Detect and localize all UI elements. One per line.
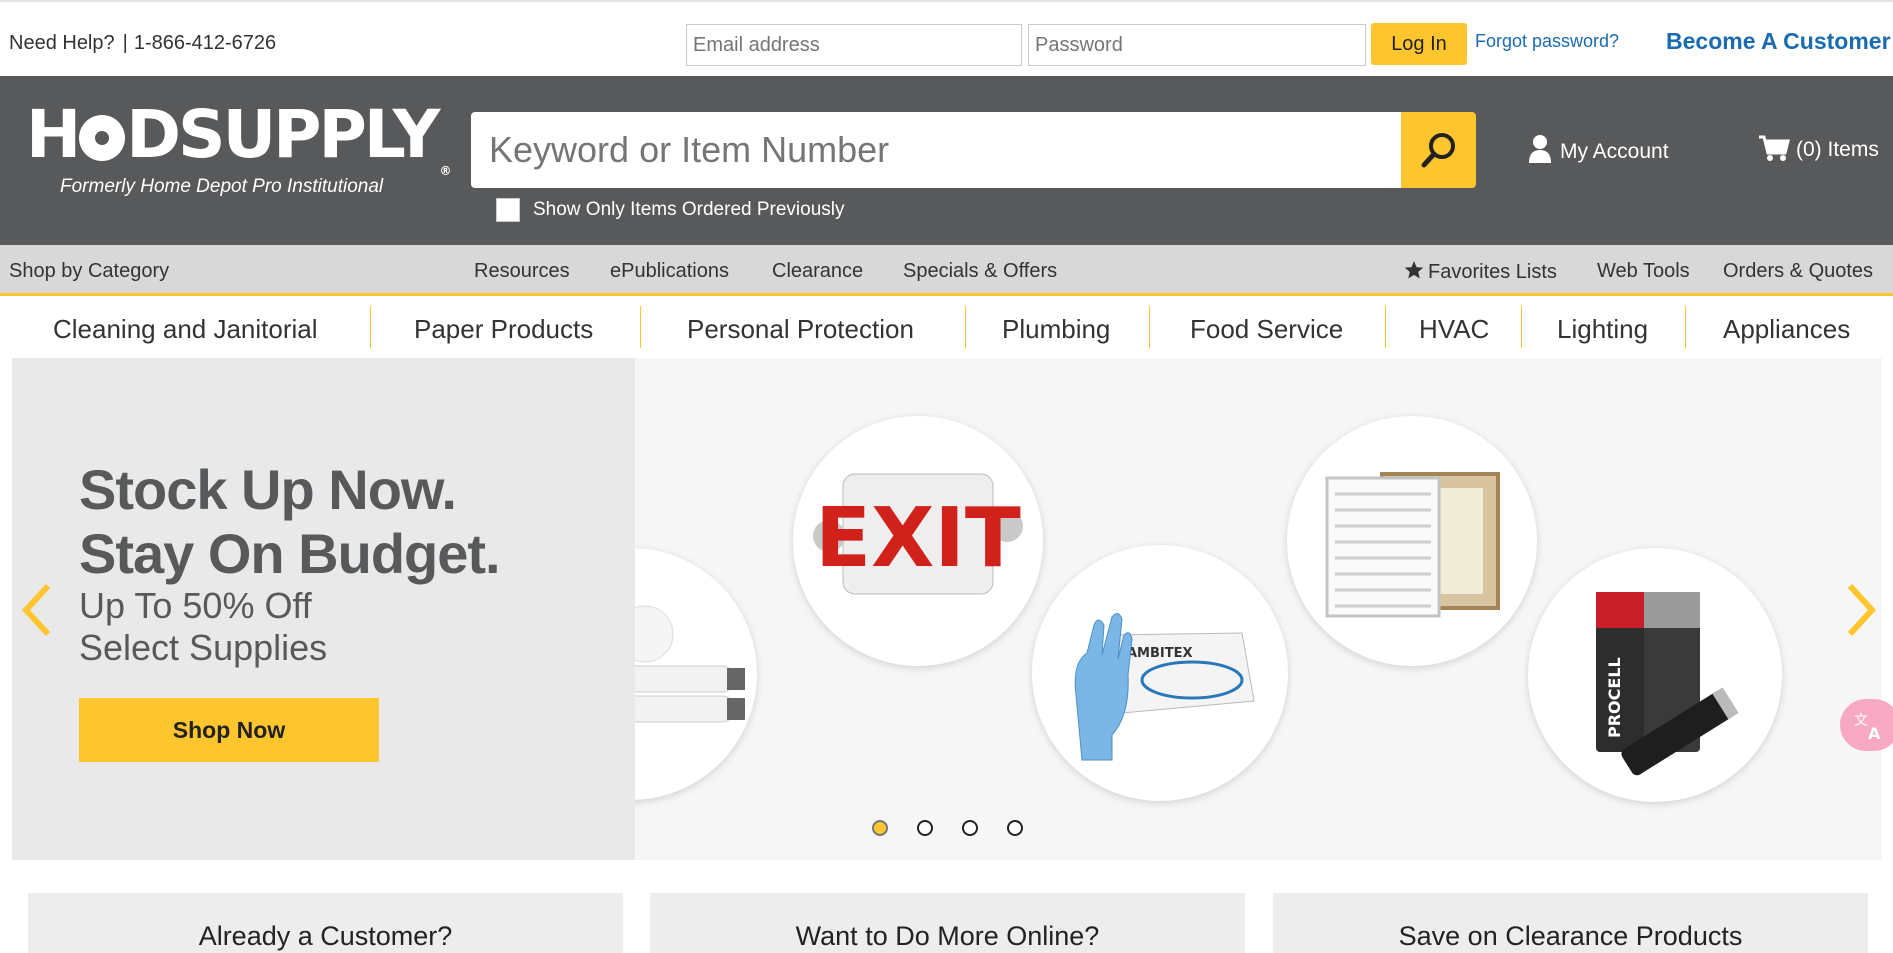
shop-now-button[interactable]: Shop Now bbox=[79, 698, 379, 762]
need-help-label: Need Help? bbox=[9, 32, 115, 54]
cart-icon bbox=[1759, 135, 1790, 161]
carousel-dot-1[interactable] bbox=[872, 820, 888, 836]
become-customer-link[interactable]: Become A Customer bbox=[1666, 28, 1891, 55]
card-title: Want to Do More Online? bbox=[795, 921, 1100, 951]
password-field[interactable] bbox=[1028, 24, 1366, 66]
logo-letter-h: H bbox=[26, 96, 81, 173]
nav-web-tools[interactable]: Web Tools bbox=[1597, 260, 1690, 283]
logo-letters: DSUPPLY bbox=[126, 96, 440, 173]
help-contact: Need Help? | 1-866-412-6726 bbox=[9, 32, 276, 55]
carousel-next-chevron-icon[interactable] bbox=[1844, 580, 1880, 640]
separator: | bbox=[122, 32, 128, 54]
hero-product-image[interactable]: EXIT AMBITEX PROCELL bbox=[635, 358, 1882, 860]
tube-bulbs-icon bbox=[635, 605, 745, 723]
category-food-service[interactable]: Food Service bbox=[1190, 314, 1343, 345]
category-bar: Cleaning and Janitorial Paper Products P… bbox=[0, 296, 1893, 358]
category-divider bbox=[1385, 306, 1386, 348]
category-appliances[interactable]: Appliances bbox=[1723, 314, 1850, 345]
category-divider bbox=[965, 306, 966, 348]
show-previous-checkbox[interactable] bbox=[496, 198, 520, 222]
nav-favorites-lists[interactable]: Favorites Lists bbox=[1404, 260, 1557, 284]
gloves-brand-text: AMBITEX bbox=[1127, 646, 1193, 661]
gloves-box-icon: AMBITEX bbox=[1074, 613, 1255, 761]
svg-text:A: A bbox=[1868, 724, 1881, 743]
forgot-password-link[interactable]: Forgot password? bbox=[1475, 31, 1619, 52]
phone-number[interactable]: 1-866-412-6726 bbox=[134, 32, 276, 54]
carousel-dot-3[interactable] bbox=[962, 820, 978, 836]
category-divider bbox=[1521, 306, 1522, 348]
search-icon bbox=[1421, 133, 1455, 168]
svg-text:文: 文 bbox=[1854, 713, 1868, 729]
carousel-prev-chevron-icon[interactable] bbox=[18, 580, 54, 640]
category-personal-protection[interactable]: Personal Protection bbox=[687, 314, 914, 345]
show-previous-label: Show Only Items Ordered Previously bbox=[533, 199, 845, 220]
clearance-card[interactable]: Save on Clearance Products bbox=[1273, 893, 1868, 953]
hero-subhead-line-1: Up To 50% Off bbox=[79, 585, 312, 626]
favorites-label: Favorites Lists bbox=[1428, 261, 1557, 283]
already-customer-card[interactable]: Already a Customer? bbox=[28, 893, 623, 953]
exit-sign-image: EXIT bbox=[793, 416, 1043, 666]
nav-clearance[interactable]: Clearance bbox=[772, 260, 863, 283]
logo-tagline: Formerly Home Depot Pro Institutional bbox=[60, 176, 384, 197]
fluorescent-tubes-image bbox=[635, 548, 757, 800]
batteries-image: PROCELL bbox=[1528, 548, 1782, 802]
secondary-nav: Shop by Category Resources ePublications… bbox=[0, 245, 1893, 296]
star-icon bbox=[1404, 261, 1424, 279]
my-account-link[interactable]: My Account bbox=[1528, 134, 1669, 164]
battery-brand-text: PROCELL bbox=[1605, 657, 1624, 738]
nav-orders-quotes[interactable]: Orders & Quotes bbox=[1723, 260, 1873, 283]
email-field[interactable] bbox=[686, 24, 1022, 66]
logo-mark-icon bbox=[79, 115, 126, 161]
batteries-icon: PROCELL bbox=[1596, 592, 1739, 776]
category-divider bbox=[1149, 306, 1150, 348]
category-cleaning[interactable]: Cleaning and Janitorial bbox=[53, 314, 318, 345]
search-button[interactable] bbox=[1401, 112, 1476, 188]
exit-sign-icon: EXIT bbox=[813, 473, 1023, 595]
my-account-label: My Account bbox=[1560, 140, 1669, 163]
nav-resources[interactable]: Resources bbox=[474, 260, 570, 283]
hero-subhead-line-2: Select Supplies bbox=[79, 627, 328, 668]
category-divider bbox=[640, 306, 641, 348]
translate-widget-button[interactable]: 文 A bbox=[1840, 699, 1893, 751]
registered-mark: ® bbox=[439, 164, 451, 178]
login-button[interactable]: Log In bbox=[1371, 23, 1467, 65]
do-more-online-card[interactable]: Want to Do More Online? bbox=[650, 893, 1245, 953]
category-lighting[interactable]: Lighting bbox=[1557, 314, 1648, 345]
cart-link[interactable]: (0) Items bbox=[1758, 134, 1879, 162]
hero-headline-line-1: Stock Up Now. bbox=[79, 458, 457, 521]
cart-count-label: (0) Items bbox=[1796, 138, 1879, 161]
category-hvac[interactable]: HVAC bbox=[1419, 314, 1489, 345]
exit-sign-text: EXIT bbox=[815, 491, 1021, 586]
card-title: Save on Clearance Products bbox=[1398, 921, 1743, 951]
hero-text-panel: Stock Up Now. Stay On Budget. Up To 50% … bbox=[12, 358, 635, 860]
hero-subhead: Up To 50% Off Select Supplies bbox=[79, 585, 327, 669]
nav-epublications[interactable]: ePublications bbox=[610, 260, 729, 283]
category-paper[interactable]: Paper Products bbox=[414, 314, 593, 345]
carousel-dot-4[interactable] bbox=[1007, 820, 1023, 836]
hero-headline: Stock Up Now. Stay On Budget. bbox=[79, 458, 501, 586]
shop-by-category-menu[interactable]: Shop by Category bbox=[9, 260, 169, 283]
user-icon bbox=[1529, 135, 1551, 163]
gloves-image: AMBITEX bbox=[1032, 545, 1288, 801]
nav-specials-offers[interactable]: Specials & Offers bbox=[903, 260, 1057, 283]
carousel-dot-2[interactable] bbox=[917, 820, 933, 836]
translate-icon: 文 A bbox=[1854, 713, 1881, 743]
hero-headline-line-2: Stay On Budget. bbox=[79, 522, 501, 585]
search-input[interactable] bbox=[471, 112, 1401, 188]
category-plumbing[interactable]: Plumbing bbox=[1002, 314, 1110, 345]
air-filter-icon bbox=[1325, 472, 1500, 618]
air-filter-image bbox=[1287, 416, 1537, 666]
category-divider bbox=[370, 306, 371, 348]
card-title: Already a Customer? bbox=[198, 921, 453, 951]
category-divider bbox=[1685, 306, 1686, 348]
hero-carousel: Stock Up Now. Stay On Budget. Up To 50% … bbox=[12, 358, 1882, 860]
top-utility-bar: Need Help? | 1-866-412-6726 Log In Forgot … bbox=[0, 0, 1893, 76]
